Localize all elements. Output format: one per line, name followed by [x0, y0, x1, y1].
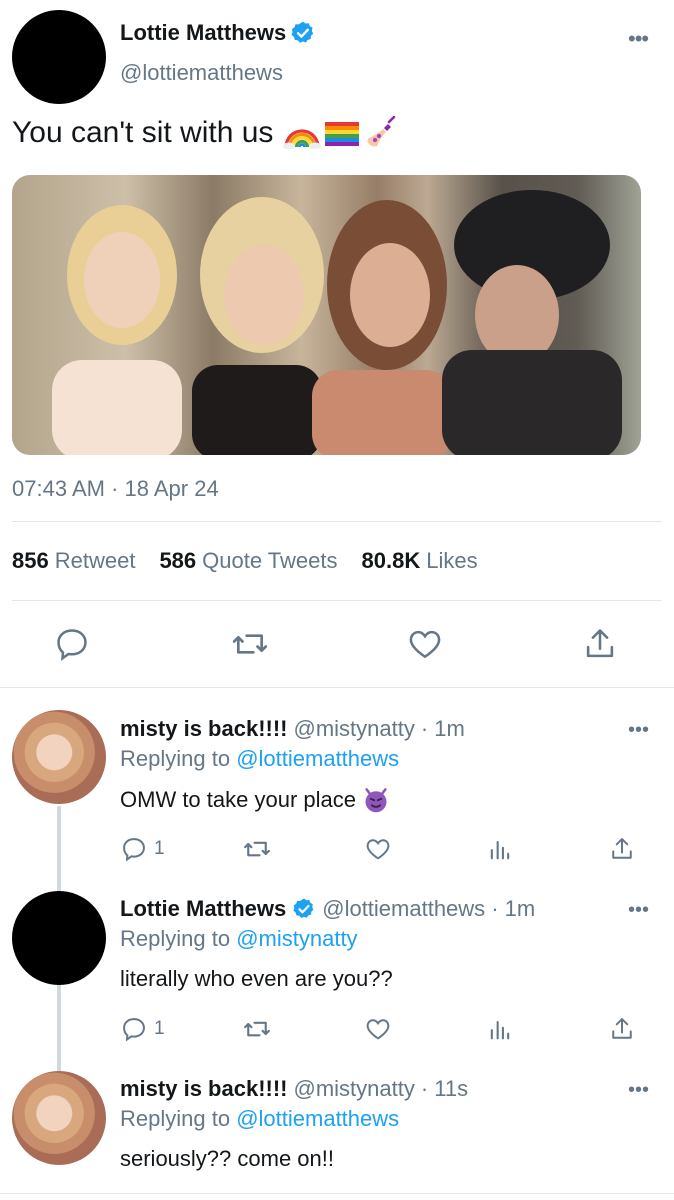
tweet-text-row: You can't sit with us	[12, 116, 397, 150]
analytics-icon	[490, 1020, 510, 1040]
reply-text: literally who even are you??	[120, 966, 393, 991]
reply-button[interactable]: 1	[120, 833, 165, 865]
reply-icon	[57, 629, 87, 661]
thread-line	[57, 985, 61, 1071]
reply-time[interactable]: · 11s	[421, 1076, 468, 1102]
analytics-icon	[490, 840, 510, 860]
reply-avatar[interactable]	[12, 1071, 106, 1165]
rainbow-icon	[283, 129, 322, 149]
reply-text-row: OMW to take your place	[120, 786, 390, 814]
retweet-icon	[244, 1021, 270, 1037]
author-avatar[interactable]	[12, 10, 106, 104]
share-button[interactable]	[580, 624, 620, 664]
retweet-icon	[232, 634, 268, 654]
thread-line	[57, 806, 61, 891]
share-button[interactable]	[608, 1013, 636, 1045]
replying-to: Replying to @lottiematthews	[120, 746, 400, 771]
author-name[interactable]: Lottie Matthews	[120, 20, 286, 46]
reply-author-handle[interactable]: @mistynatty	[294, 716, 415, 742]
tweet-timestamp[interactable]: 07:43 AM · 18 Apr 24	[12, 476, 219, 502]
more-options-icon[interactable]: •••	[628, 1079, 649, 1102]
nail-polish-icon	[367, 116, 396, 147]
reply-author-name[interactable]: misty is back!!!!	[120, 716, 288, 742]
likes-stat[interactable]: 80.8K Likes	[362, 548, 478, 574]
retweet-button[interactable]	[242, 1013, 272, 1045]
reply-button[interactable]: 1	[120, 1013, 165, 1045]
retweet-stat[interactable]: 856 Retweet	[12, 548, 135, 574]
reply-text: OMW to take your place	[120, 787, 356, 812]
heart-icon	[366, 839, 390, 860]
quote-tweets-stat[interactable]: 586 Quote Tweets	[159, 548, 337, 574]
replying-to-link[interactable]: @mistynatty	[236, 926, 357, 951]
retweet-button[interactable]	[230, 624, 270, 664]
reply-icon	[123, 1018, 145, 1042]
divider	[0, 687, 674, 688]
heart-icon	[366, 1019, 390, 1040]
tweet-photo[interactable]	[12, 175, 641, 455]
author-name-row[interactable]: Lottie Matthews	[120, 20, 316, 46]
reply-text-row: literally who even are you??	[120, 966, 393, 992]
reply-button[interactable]	[52, 624, 92, 664]
replying-to-link[interactable]: @lottiematthews	[236, 1106, 399, 1131]
divider	[0, 1193, 674, 1194]
heart-icon	[409, 630, 441, 659]
like-button[interactable]	[405, 624, 445, 664]
reply-header: Lottie Matthews @lottiematthews · 1m	[120, 896, 535, 922]
more-options-icon[interactable]: •••	[628, 899, 649, 922]
group-photo-image	[12, 175, 641, 455]
share-icon	[612, 838, 632, 859]
tweet-stats: 856 Retweet 586 Quote Tweets 80.8K Likes	[12, 548, 478, 574]
tweet-text: You can't sit with us	[12, 116, 274, 149]
divider	[12, 521, 662, 522]
author-handle[interactable]: @lottiematthews	[120, 60, 283, 86]
tweet-emojis	[283, 116, 397, 150]
replying-to-link[interactable]: @lottiematthews	[236, 746, 399, 771]
reply-author-handle[interactable]: @lottiematthews	[322, 896, 485, 922]
reply-time[interactable]: · 1m	[421, 716, 465, 742]
verified-badge-icon	[291, 21, 314, 43]
reply-count: 1	[154, 1018, 165, 1039]
reply-avatar[interactable]	[12, 891, 106, 985]
retweet-button[interactable]	[242, 833, 272, 865]
verified-badge-icon	[293, 898, 314, 918]
share-button[interactable]	[608, 833, 636, 865]
reply-author-name[interactable]: misty is back!!!!	[120, 1076, 288, 1102]
reply-icon	[123, 838, 145, 862]
reply-author-name[interactable]: Lottie Matthews	[120, 896, 286, 922]
like-button[interactable]	[364, 833, 392, 865]
analytics-button[interactable]	[486, 833, 514, 865]
divider	[12, 600, 662, 601]
reply-header: misty is back!!!! @mistynatty · 1m	[120, 716, 465, 742]
retweet-icon	[244, 841, 270, 857]
more-options-icon[interactable]: •••	[628, 26, 649, 52]
share-icon	[586, 629, 614, 658]
analytics-button[interactable]	[486, 1013, 514, 1045]
reply-avatar[interactable]	[12, 710, 106, 804]
reply-text-row: seriously?? come on!!	[120, 1146, 334, 1172]
like-button[interactable]	[364, 1013, 392, 1045]
share-icon	[612, 1018, 632, 1039]
reply-text: seriously?? come on!!	[120, 1146, 334, 1171]
reply-header: misty is back!!!! @mistynatty · 11s	[120, 1076, 468, 1102]
reply-time[interactable]: · 1m	[491, 896, 535, 922]
smiling-imp-icon	[365, 788, 387, 813]
replying-to: Replying to @mistynatty	[120, 926, 358, 951]
reply-author-handle[interactable]: @mistynatty	[294, 1076, 415, 1102]
more-options-icon[interactable]: •••	[628, 719, 649, 742]
rainbow-flag-icon	[325, 122, 360, 146]
reply-count: 1	[154, 838, 165, 859]
replying-to: Replying to @lottiematthews	[120, 1106, 400, 1131]
